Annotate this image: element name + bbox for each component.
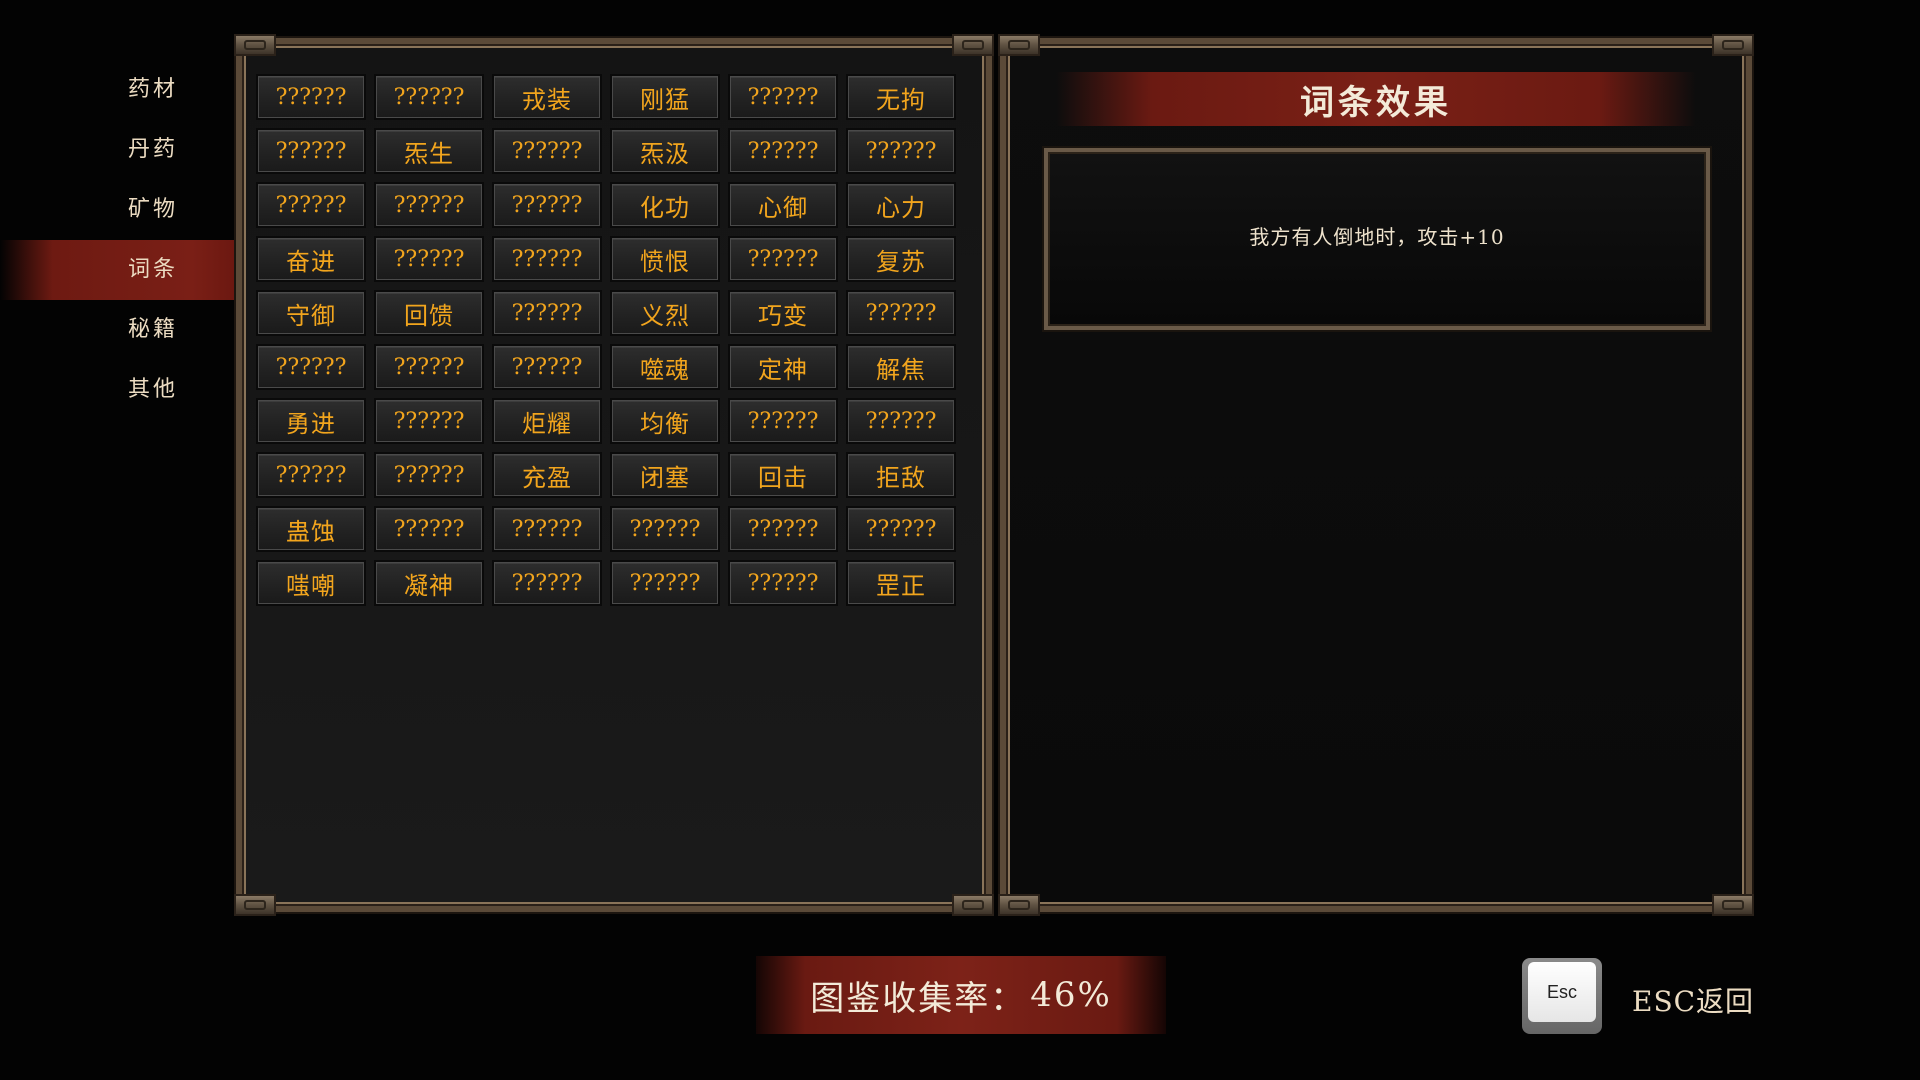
trait-cell[interactable]: 心御 bbox=[728, 182, 838, 228]
trait-cell-locked[interactable]: ?????? bbox=[610, 560, 720, 606]
trait-cell[interactable]: 炁生 bbox=[374, 128, 484, 174]
detail-title: 词条效果 bbox=[1300, 82, 1452, 123]
sidebar-item-label: 其他 bbox=[128, 377, 179, 402]
sidebar-item-traits[interactable]: 词条 bbox=[0, 240, 240, 300]
trait-cell-locked[interactable]: ?????? bbox=[256, 182, 366, 228]
trait-cell[interactable]: 心力 bbox=[846, 182, 956, 228]
frame-ornament bbox=[1712, 894, 1754, 916]
trait-cell[interactable]: 凝神 bbox=[374, 560, 484, 606]
trait-cell[interactable]: 罡正 bbox=[846, 560, 956, 606]
trait-cell-locked[interactable]: ?????? bbox=[374, 182, 484, 228]
sidebar-item-label: 秘籍 bbox=[128, 317, 179, 342]
trait-cell-locked[interactable]: ?????? bbox=[374, 344, 484, 390]
trait-cell[interactable]: 蛊蚀 bbox=[256, 506, 366, 552]
esc-key-icon: Esc bbox=[1528, 962, 1596, 1022]
trait-cell-locked[interactable]: ?????? bbox=[374, 506, 484, 552]
trait-cell[interactable]: 嗤嘲 bbox=[256, 560, 366, 606]
sidebar-item-manuals[interactable]: 秘籍 bbox=[0, 300, 240, 360]
trait-cell[interactable]: 守御 bbox=[256, 290, 366, 336]
trait-cell-locked[interactable]: ?????? bbox=[492, 182, 602, 228]
sidebar-item-label: 丹药 bbox=[128, 137, 179, 162]
trait-cell-locked[interactable]: ?????? bbox=[728, 236, 838, 282]
trait-cell-locked[interactable]: ?????? bbox=[846, 290, 956, 336]
trait-cell-locked[interactable]: ?????? bbox=[846, 506, 956, 552]
codex-screen: 药材 丹药 矿物 词条 秘籍 其他 ???????????? 戎装 刚猛??????… bbox=[0, 0, 1920, 1080]
collection-rate-banner: 图鉴收集率： 46% bbox=[756, 956, 1166, 1034]
trait-cell[interactable]: 炬耀 bbox=[492, 398, 602, 444]
collection-rate-value: 46% bbox=[1030, 975, 1112, 1015]
detail-description-box: 我方有人倒地时，攻击+10 bbox=[1044, 148, 1710, 330]
trait-cell-locked[interactable]: ?????? bbox=[374, 236, 484, 282]
trait-detail-panel: 词条效果 我方有人倒地时，攻击+10 bbox=[998, 34, 1754, 916]
sidebar-item-label: 词条 bbox=[128, 257, 179, 282]
trait-cell[interactable]: 回馈 bbox=[374, 290, 484, 336]
trait-cell-locked[interactable]: ?????? bbox=[256, 74, 366, 120]
trait-cell-locked[interactable]: ?????? bbox=[846, 398, 956, 444]
sidebar-item-pills[interactable]: 丹药 bbox=[0, 120, 240, 180]
trait-cell[interactable]: 定神 bbox=[728, 344, 838, 390]
trait-cell-locked[interactable]: ?????? bbox=[728, 560, 838, 606]
trait-cell-locked[interactable]: ?????? bbox=[256, 344, 366, 390]
frame-ornament bbox=[952, 34, 994, 56]
detail-description: 我方有人倒地时，攻击+10 bbox=[1249, 224, 1505, 249]
frame-ornament bbox=[234, 894, 276, 916]
trait-cell[interactable]: 闭塞 bbox=[610, 452, 720, 498]
sidebar-item-label: 药材 bbox=[128, 77, 179, 102]
trait-cell[interactable]: 炁汲 bbox=[610, 128, 720, 174]
trait-list-panel: ???????????? 戎装 刚猛?????? 无拘?????? 炁生?????? 炁汲… bbox=[234, 34, 994, 916]
esc-key-button[interactable]: Esc bbox=[1522, 958, 1602, 1034]
trait-cell-locked[interactable]: ?????? bbox=[256, 452, 366, 498]
trait-cell[interactable]: 刚猛 bbox=[610, 74, 720, 120]
sidebar-item-herbs[interactable]: 药材 bbox=[0, 60, 240, 120]
frame-ornament bbox=[1712, 34, 1754, 56]
trait-cell[interactable]: 噬魂 bbox=[610, 344, 720, 390]
trait-cell-locked[interactable]: ?????? bbox=[492, 290, 602, 336]
trait-cell-locked[interactable]: ?????? bbox=[492, 560, 602, 606]
trait-cell-locked[interactable]: ?????? bbox=[728, 74, 838, 120]
detail-title-bar: 词条效果 bbox=[1056, 72, 1696, 126]
sidebar-item-others[interactable]: 其他 bbox=[0, 360, 240, 420]
frame-ornament bbox=[234, 34, 276, 56]
frame-ornament bbox=[998, 34, 1040, 56]
trait-cell-locked[interactable]: ?????? bbox=[728, 128, 838, 174]
trait-cell-locked[interactable]: ?????? bbox=[374, 74, 484, 120]
trait-cell[interactable]: 勇进 bbox=[256, 398, 366, 444]
trait-cell-locked[interactable]: ?????? bbox=[846, 128, 956, 174]
trait-cell-locked[interactable]: ?????? bbox=[374, 398, 484, 444]
trait-cell[interactable]: 化功 bbox=[610, 182, 720, 228]
trait-cell[interactable]: 巧变 bbox=[728, 290, 838, 336]
frame-ornament bbox=[998, 894, 1040, 916]
trait-cell-locked[interactable]: ?????? bbox=[728, 398, 838, 444]
trait-cell-locked[interactable]: ?????? bbox=[256, 128, 366, 174]
trait-cell-locked[interactable]: ?????? bbox=[374, 452, 484, 498]
trait-cell[interactable]: 戎装 bbox=[492, 74, 602, 120]
trait-cell[interactable]: 复苏 bbox=[846, 236, 956, 282]
trait-cell[interactable]: 拒敌 bbox=[846, 452, 956, 498]
trait-cell[interactable]: 解焦 bbox=[846, 344, 956, 390]
sidebar-item-label: 矿物 bbox=[128, 197, 179, 222]
trait-cell[interactable]: 回击 bbox=[728, 452, 838, 498]
trait-grid: ???????????? 戎装 刚猛?????? 无拘?????? 炁生?????? 炁汲… bbox=[256, 74, 956, 606]
trait-cell[interactable]: 均衡 bbox=[610, 398, 720, 444]
trait-cell-locked[interactable]: ?????? bbox=[728, 506, 838, 552]
trait-cell[interactable]: 无拘 bbox=[846, 74, 956, 120]
trait-cell-locked[interactable]: ?????? bbox=[492, 236, 602, 282]
trait-cell[interactable]: 充盈 bbox=[492, 452, 602, 498]
trait-cell[interactable]: 愤恨 bbox=[610, 236, 720, 282]
collection-rate-label: 图鉴收集率： bbox=[810, 978, 1027, 1019]
trait-cell[interactable]: 奋进 bbox=[256, 236, 366, 282]
trait-cell-locked[interactable]: ?????? bbox=[610, 506, 720, 552]
frame-ornament bbox=[952, 894, 994, 916]
trait-cell-locked[interactable]: ?????? bbox=[492, 506, 602, 552]
trait-cell-locked[interactable]: ?????? bbox=[492, 344, 602, 390]
sidebar-item-minerals[interactable]: 矿物 bbox=[0, 180, 240, 240]
trait-cell-locked[interactable]: ?????? bbox=[492, 128, 602, 174]
category-sidebar: 药材 丹药 矿物 词条 秘籍 其他 bbox=[0, 60, 240, 420]
esc-back-label[interactable]: ESC返回 bbox=[1632, 980, 1754, 1020]
trait-cell[interactable]: 义烈 bbox=[610, 290, 720, 336]
